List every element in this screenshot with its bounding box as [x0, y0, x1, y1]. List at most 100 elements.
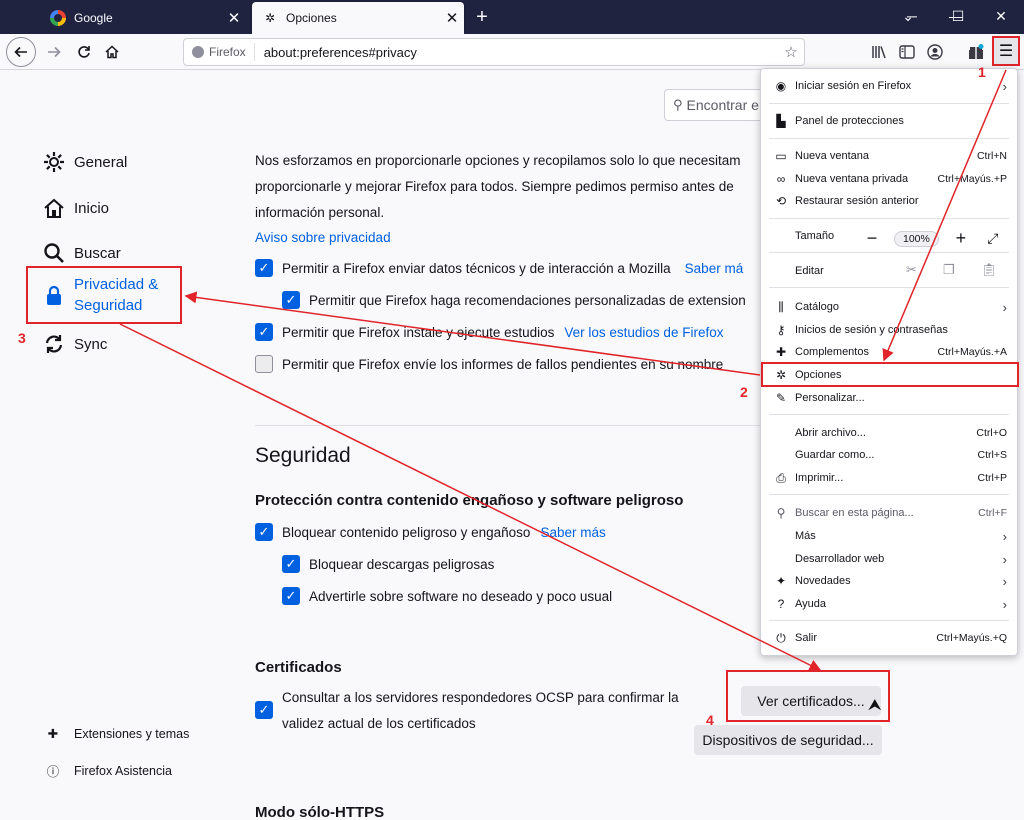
forward-button[interactable]	[40, 38, 68, 66]
menu-find[interactable]: ⚲ Buscar en esta página... Ctrl+F	[761, 502, 1017, 524]
footer-label: Extensiones y temas	[74, 726, 190, 741]
learn-more-link[interactable]: Saber má	[685, 261, 744, 276]
menu-private-window[interactable]: ∞ Nueva ventana privada Ctrl+Mayús.+P	[761, 168, 1017, 190]
ocsp-checkbox[interactable]: ✓	[255, 701, 273, 719]
window-close-icon[interactable]: ✕	[978, 0, 1024, 34]
menu-restore-session[interactable]: ⟲ Restaurar sesión anterior	[761, 190, 1017, 212]
restore-icon: ⟲	[775, 194, 787, 208]
annotation-step-1: 1	[978, 64, 986, 80]
menu-label: Restaurar sesión anterior	[795, 195, 919, 207]
back-button[interactable]	[6, 37, 36, 67]
block-downloads-checkbox[interactable]: ✓	[282, 555, 300, 573]
zoom-in-button[interactable]: +	[949, 228, 973, 249]
account-icon[interactable]	[921, 38, 949, 66]
menu-help[interactable]: ? Ayuda ›	[761, 593, 1017, 615]
reload-button[interactable]	[70, 38, 98, 66]
menu-open-file[interactable]: Abrir archivo... Ctrl+O	[761, 422, 1017, 444]
category-sync[interactable]: Sync	[42, 332, 107, 356]
nav-bar: Firefox about:preferences#privacy ☆	[0, 34, 1024, 70]
telemetry-checkbox[interactable]: ✓	[255, 259, 273, 277]
menu-whats-new[interactable]: ✦ Novedades ›	[761, 570, 1017, 592]
menu-web-developer[interactable]: Desarrollador web ›	[761, 548, 1017, 570]
identity-box[interactable]: Firefox	[184, 43, 255, 61]
menu-separator	[769, 494, 1009, 495]
security-heading: Seguridad	[255, 444, 351, 467]
url-text[interactable]: about:preferences#privacy	[255, 45, 778, 60]
menu-label: Panel de protecciones	[795, 115, 904, 127]
edit-controls: ✂ ❐ 📋︎	[906, 262, 997, 278]
studies-checkbox[interactable]: ✓	[255, 323, 273, 341]
library-icon[interactable]	[866, 38, 894, 66]
menu-exit[interactable]: ⏻ Salir Ctrl+Mayús.+Q	[761, 627, 1017, 649]
option-label: Permitir que Firefox haga recomendacione…	[309, 292, 746, 308]
category-general[interactable]: General	[42, 150, 127, 174]
arrow-left-icon	[14, 46, 27, 58]
annotation-box-certificates	[726, 670, 890, 722]
unwanted-software-checkbox[interactable]: ✓	[282, 587, 300, 605]
security-devices-button[interactable]: Dispositivos de seguridad...	[694, 725, 882, 755]
category-search[interactable]: Buscar	[42, 241, 121, 265]
annotation-box-options	[761, 362, 1019, 387]
fullscreen-icon[interactable]: ⤢	[981, 230, 1005, 247]
cut-icon[interactable]: ✂	[906, 262, 917, 278]
option-label: Bloquear contenido peligroso y engañoso	[282, 524, 531, 540]
menu-addons[interactable]: ✚ Complementos Ctrl+Mayús.+A	[761, 341, 1017, 363]
view-studies-link[interactable]: Ver los estudios de Firefox	[564, 325, 723, 340]
learn-more-link[interactable]: Saber más	[540, 525, 605, 540]
menu-logins[interactable]: ⚷ Inicios de sesión y contraseñas	[761, 319, 1017, 341]
firefox-support-link[interactable]: ⓘ Firefox Asistencia	[44, 761, 172, 780]
category-privacy-security[interactable]: Privacidad & Seguridad	[26, 266, 182, 324]
close-icon[interactable]: ✕	[440, 9, 464, 27]
reload-icon	[78, 46, 90, 58]
tab-google[interactable]: Google ✕	[40, 2, 246, 34]
recommendations-checkbox[interactable]: ✓	[282, 291, 300, 309]
menu-save-as[interactable]: Guardar como... Ctrl+S	[761, 444, 1017, 466]
sidebar-icon[interactable]	[893, 38, 921, 66]
option-label: Permitir que Firefox instale y ejecute e…	[282, 324, 555, 340]
google-icon	[50, 10, 66, 26]
minimize-icon[interactable]: ─	[889, 0, 935, 34]
category-home[interactable]: Inicio	[42, 196, 109, 220]
home-icon	[105, 45, 119, 59]
menu-label: Iniciar sesión en Firefox	[795, 80, 912, 92]
home-button[interactable]	[98, 38, 126, 66]
block-dangerous-checkbox[interactable]: ✓	[255, 523, 273, 541]
copy-icon[interactable]: ❐	[943, 262, 955, 278]
lock-icon	[42, 283, 66, 307]
intro-line-2: proporcionarle y mejorar Firefox para to…	[255, 179, 734, 194]
star-icon[interactable]: ☆	[778, 43, 804, 61]
mask-icon: ∞	[776, 172, 786, 186]
paste-icon[interactable]: 📋︎	[981, 262, 998, 278]
tab-title: Opciones	[286, 11, 337, 25]
menu-new-window[interactable]: ▭ Nueva ventana Ctrl+N	[761, 145, 1017, 167]
menu-protections[interactable]: ▙ Panel de protecciones	[761, 110, 1017, 132]
crash-reports-option: Permitir que Firefox envíe los informes …	[255, 355, 723, 373]
close-icon[interactable]: ✕	[222, 9, 246, 27]
tab-opciones[interactable]: ✲ Opciones ✕	[252, 2, 464, 34]
crash-reports-checkbox[interactable]	[255, 355, 273, 373]
menu-more[interactable]: Más ›	[761, 525, 1017, 547]
zoom-reset-button[interactable]: 100%	[894, 230, 939, 247]
menu-label: Nueva ventana privada	[795, 173, 909, 185]
maximize-icon[interactable]: ☐	[935, 0, 981, 34]
menu-label: Imprimir...	[795, 472, 844, 484]
chevron-right-icon: ›	[1002, 78, 1007, 94]
menu-label: Complementos	[795, 346, 869, 358]
zoom-out-button[interactable]: −	[860, 228, 884, 249]
privacy-notice-link[interactable]: Aviso sobre privacidad	[255, 225, 391, 251]
annotation-step-2: 2	[740, 384, 748, 400]
extensions-icon[interactable]	[962, 38, 990, 66]
extensions-themes-link[interactable]: ✚ Extensiones y temas	[44, 726, 190, 742]
menu-shortcut: Ctrl+O	[976, 427, 1007, 439]
search-icon: ⚲	[673, 97, 683, 112]
menu-separator	[769, 287, 1009, 288]
menu-customize[interactable]: ✎ Personalizar...	[761, 387, 1017, 409]
new-tab-button[interactable]: +	[470, 4, 494, 30]
url-bar[interactable]: Firefox about:preferences#privacy ☆	[183, 38, 805, 66]
menu-button[interactable]: ☰	[992, 36, 1020, 66]
brush-icon: ✎	[775, 391, 787, 405]
menu-label: Guardar como...	[795, 449, 875, 461]
recommendations-option: ✓ Permitir que Firefox haga recomendacio…	[282, 291, 746, 309]
menu-library[interactable]: ⫼ Catálogo ›	[761, 296, 1017, 318]
menu-print[interactable]: ⎙ Imprimir... Ctrl+P	[761, 467, 1017, 489]
